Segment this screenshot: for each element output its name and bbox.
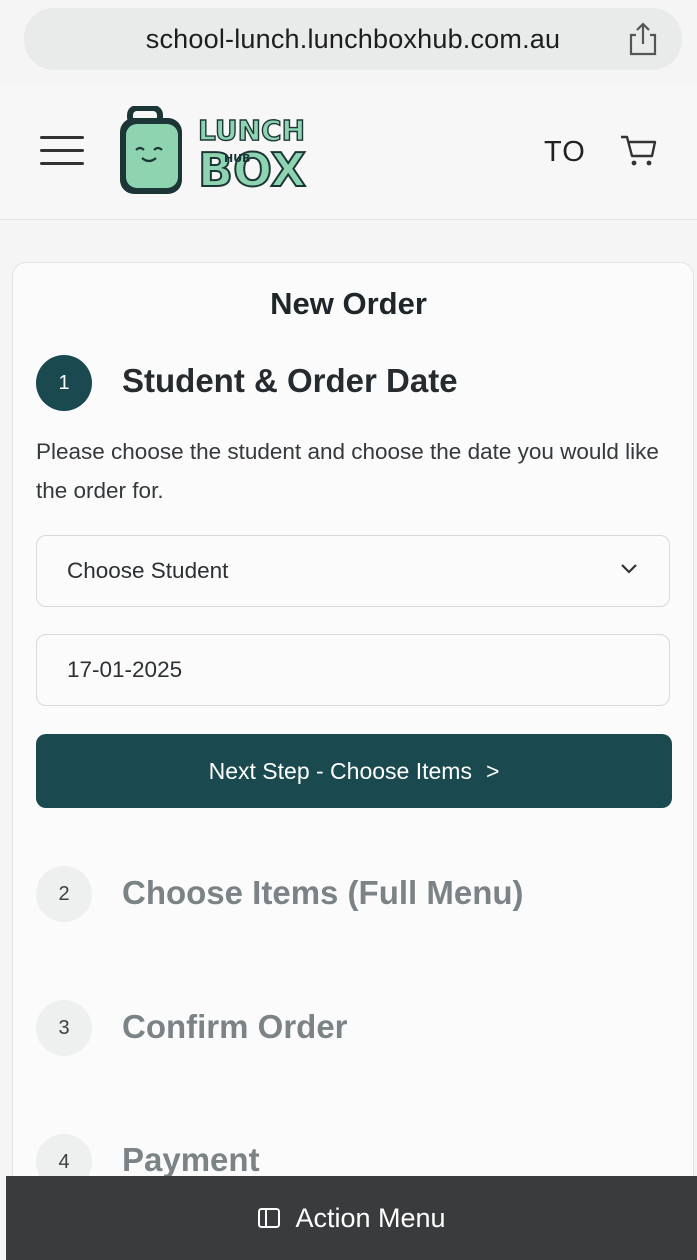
url-text: school-lunch.lunchboxhub.com.au (145, 23, 561, 54)
action-menu-button[interactable]: Action Menu (6, 1176, 697, 1260)
page-title: New Order (270, 286, 427, 321)
chevron-right-icon: > (485, 757, 500, 784)
step-4-title[interactable]: Payment (122, 1141, 260, 1179)
app-header: LUNCH BOX HUB TO (0, 84, 697, 220)
action-menu-label: Action Menu (295, 1202, 446, 1233)
step-1-title: Student & Order Date (122, 362, 458, 399)
choose-student-select[interactable]: Choose Student (36, 535, 670, 607)
step-3-title[interactable]: Confirm Order (122, 1008, 348, 1046)
step-1-badge: 1 (36, 355, 92, 411)
logo-badge-hub: HUB (224, 152, 251, 165)
share-icon[interactable] (628, 22, 658, 56)
browser-url-bar[interactable]: school-lunch.lunchboxhub.com.au (24, 8, 682, 70)
next-step-button[interactable]: Next Step - Choose Items > (36, 734, 672, 808)
chevron-down-icon (621, 564, 637, 574)
step-2-title[interactable]: Choose Items (Full Menu) (122, 874, 524, 912)
choose-student-value: Choose Student (67, 558, 229, 583)
hamburger-menu-icon[interactable] (40, 136, 84, 170)
sidebar-panel-icon (258, 1208, 281, 1228)
cart-icon[interactable] (618, 132, 658, 168)
next-step-label: Next Step - Choose Items (208, 757, 472, 784)
lunchbox-hub-logo[interactable]: LUNCH BOX HUB (116, 106, 332, 202)
step-3-badge: 3 (36, 1000, 92, 1056)
order-date-field[interactable] (36, 634, 670, 706)
user-initials[interactable]: TO (544, 136, 586, 169)
logo-text-box: BOX (198, 143, 306, 197)
step-2-badge: 2 (36, 866, 92, 922)
step-1-instructions: Please choose the student and choose the… (36, 439, 659, 503)
